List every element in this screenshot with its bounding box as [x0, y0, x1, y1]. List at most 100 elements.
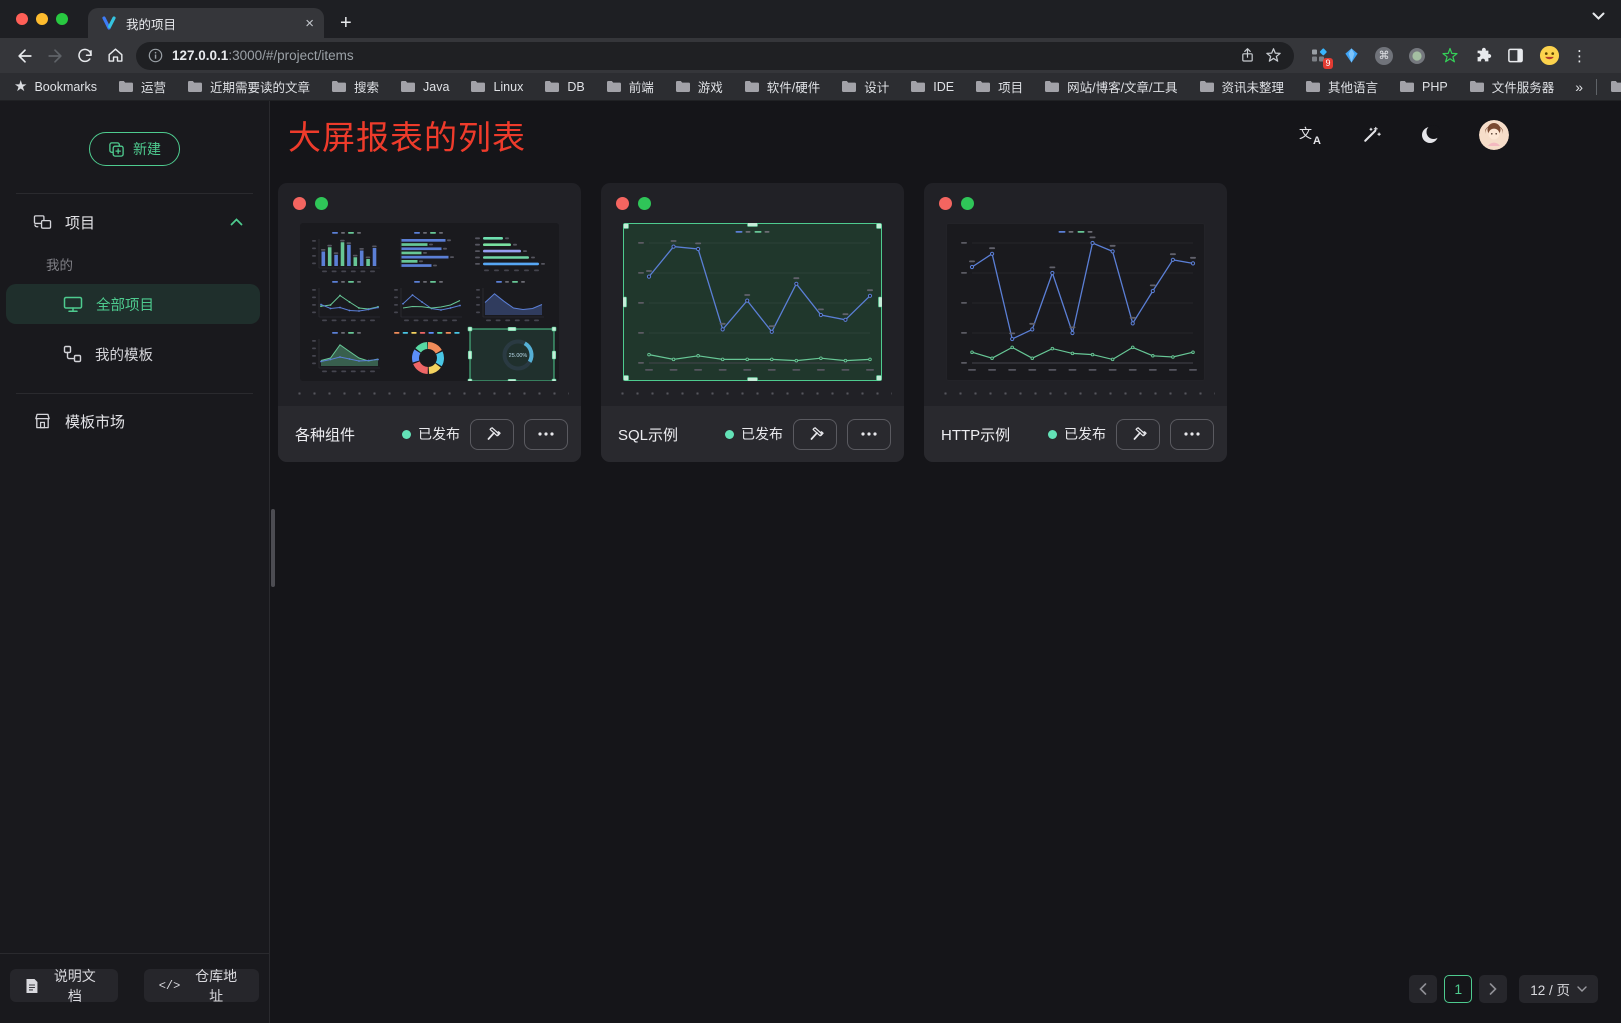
recorder-extension-icon[interactable]	[1408, 47, 1426, 65]
command-extension-icon[interactable]: ⌘	[1375, 47, 1393, 65]
minimize-window-button[interactable]	[36, 13, 48, 25]
bookmark-folder[interactable]: 运营	[118, 77, 166, 96]
sidebar-item-label: 我的模板	[95, 344, 153, 365]
project-card[interactable]: HTTP示例 已发布	[924, 183, 1227, 462]
dark-mode-moon-icon[interactable]	[1420, 125, 1440, 145]
bookmark-folder[interactable]: Java	[400, 80, 449, 94]
bookmarks-manager[interactable]: ★ Bookmarks	[14, 79, 97, 94]
sidebar-item-template-market[interactable]: 模板市场	[0, 406, 269, 436]
bookmark-folder-label: 文件服务器	[1492, 77, 1555, 96]
bookmark-star-icon[interactable]	[1265, 47, 1282, 64]
language-icon[interactable]: 文A	[1299, 125, 1321, 145]
new-tab-button[interactable]: +	[340, 13, 352, 33]
publish-status: 已发布	[402, 424, 460, 444]
project-card-list: 25.00% 各种组件 已发布	[270, 165, 1621, 462]
other-bookmarks-folder[interactable]: 其他书签	[1610, 77, 1621, 96]
folder-icon	[544, 80, 560, 93]
tab-search-icon[interactable]	[1592, 12, 1605, 21]
bookmark-folder[interactable]: 前端	[606, 77, 654, 96]
screens-icon	[33, 214, 52, 231]
user-avatar[interactable]	[1479, 120, 1509, 150]
edit-button[interactable]	[1116, 419, 1160, 450]
share-icon[interactable]	[1239, 47, 1256, 64]
bookmark-folder[interactable]: 搜索	[331, 77, 379, 96]
chrome-menu-icon[interactable]: ⋮	[1572, 47, 1587, 65]
next-page-icon[interactable]	[1479, 975, 1507, 1003]
reload-icon[interactable]	[70, 42, 100, 70]
bookmark-folder[interactable]: DB	[544, 80, 584, 94]
site-info-icon[interactable]	[148, 48, 163, 63]
more-button[interactable]	[1170, 419, 1214, 450]
bookmark-folder[interactable]: 网站/博客/文章/工具	[1044, 77, 1177, 96]
side-panel-icon[interactable]	[1507, 47, 1524, 64]
prev-page-icon[interactable]	[1409, 975, 1437, 1003]
card-window-dots	[601, 183, 904, 210]
chevron-up-icon[interactable]	[230, 218, 243, 226]
bookmark-folder[interactable]: 设计	[841, 77, 889, 96]
project-preview-image[interactable]: 25.00%	[300, 223, 559, 381]
zoom-window-button[interactable]	[56, 13, 68, 25]
card-window-dots	[278, 183, 581, 210]
current-page-button[interactable]: 1	[1444, 975, 1472, 1003]
bookmark-folder[interactable]: 文件服务器	[1469, 77, 1555, 96]
bookmark-folder-label: 前端	[629, 77, 654, 96]
browser-tab[interactable]: 我的项目 ×	[88, 8, 324, 38]
folder-icon	[470, 80, 486, 93]
sidebar-item-my-templates[interactable]: 我的模板	[6, 334, 260, 374]
bookmark-folder[interactable]: 游戏	[675, 77, 723, 96]
forward-icon[interactable]	[40, 42, 70, 70]
sidebar: 新建 项目 我的 全部项目 我的模	[0, 101, 270, 1023]
dotted-separator	[290, 392, 569, 395]
home-icon[interactable]	[100, 42, 130, 70]
dotted-separator	[613, 392, 892, 395]
bookmark-folder[interactable]: 项目	[975, 77, 1023, 96]
address-bar[interactable]: 127.0.0.1:3000/#/project/items	[136, 42, 1294, 70]
card-footer: SQL示例 已发布	[601, 406, 904, 462]
project-preview-image[interactable]	[946, 223, 1205, 381]
docs-button[interactable]: 说明文档	[10, 969, 118, 1002]
edit-button[interactable]	[793, 419, 837, 450]
sidebar-item-all-projects[interactable]: 全部项目	[6, 284, 260, 324]
bookmark-folder[interactable]: IDE	[910, 80, 954, 94]
bookmark-folder[interactable]: 资讯未整理	[1199, 77, 1285, 96]
project-card[interactable]: SQL示例 已发布	[601, 183, 904, 462]
project-name: SQL示例	[618, 424, 678, 445]
bookmarks-overflow-icon[interactable]: »	[1575, 79, 1583, 95]
create-project-button[interactable]: 新建	[89, 132, 180, 166]
bookmark-folder[interactable]: PHP	[1399, 80, 1448, 94]
tab-manager-extension-icon[interactable]: 9	[1310, 47, 1328, 65]
status-dot-icon	[1048, 430, 1057, 439]
more-button[interactable]	[847, 419, 891, 450]
extensions-puzzle-icon[interactable]	[1474, 47, 1492, 65]
close-window-button[interactable]	[16, 13, 28, 25]
project-card[interactable]: 25.00% 各种组件 已发布	[278, 183, 581, 462]
bookmark-folder[interactable]: 软件/硬件	[744, 77, 820, 96]
sidebar-group-project[interactable]: 项目	[0, 207, 269, 237]
tab-close-icon[interactable]: ×	[305, 16, 314, 31]
hammer-icon	[1129, 425, 1148, 444]
url-text[interactable]: 127.0.0.1:3000/#/project/items	[172, 48, 1230, 63]
folder-icon	[1399, 80, 1415, 93]
bookmark-folder-label: 软件/硬件	[767, 77, 820, 96]
more-button[interactable]	[524, 419, 568, 450]
star-extension-icon[interactable]	[1441, 47, 1459, 65]
folder-icon	[675, 80, 691, 93]
storefront-icon	[33, 412, 52, 430]
page-size-select[interactable]: 12 / 页	[1519, 975, 1598, 1003]
edit-button[interactable]	[470, 419, 514, 450]
bookmark-folder[interactable]: 近期需要读的文章	[187, 77, 310, 96]
sidebar-divider	[16, 193, 253, 194]
sidebar-item-label: 全部项目	[96, 294, 154, 315]
profile-avatar-icon[interactable]	[1539, 45, 1560, 66]
bookmark-folder[interactable]: Linux	[470, 80, 523, 94]
gem-extension-icon[interactable]	[1343, 47, 1360, 64]
back-icon[interactable]	[10, 42, 40, 70]
project-preview-image[interactable]	[623, 223, 882, 381]
scrollbar-thumb[interactable]	[271, 509, 275, 587]
magic-wand-icon[interactable]	[1360, 125, 1381, 146]
bookmark-folder[interactable]: 其他语言	[1305, 77, 1378, 96]
ellipsis-icon	[538, 432, 554, 436]
red-dot-icon	[293, 197, 306, 210]
card-footer: HTTP示例 已发布	[924, 406, 1227, 462]
repo-button[interactable]: </> 仓库地址	[144, 969, 259, 1002]
